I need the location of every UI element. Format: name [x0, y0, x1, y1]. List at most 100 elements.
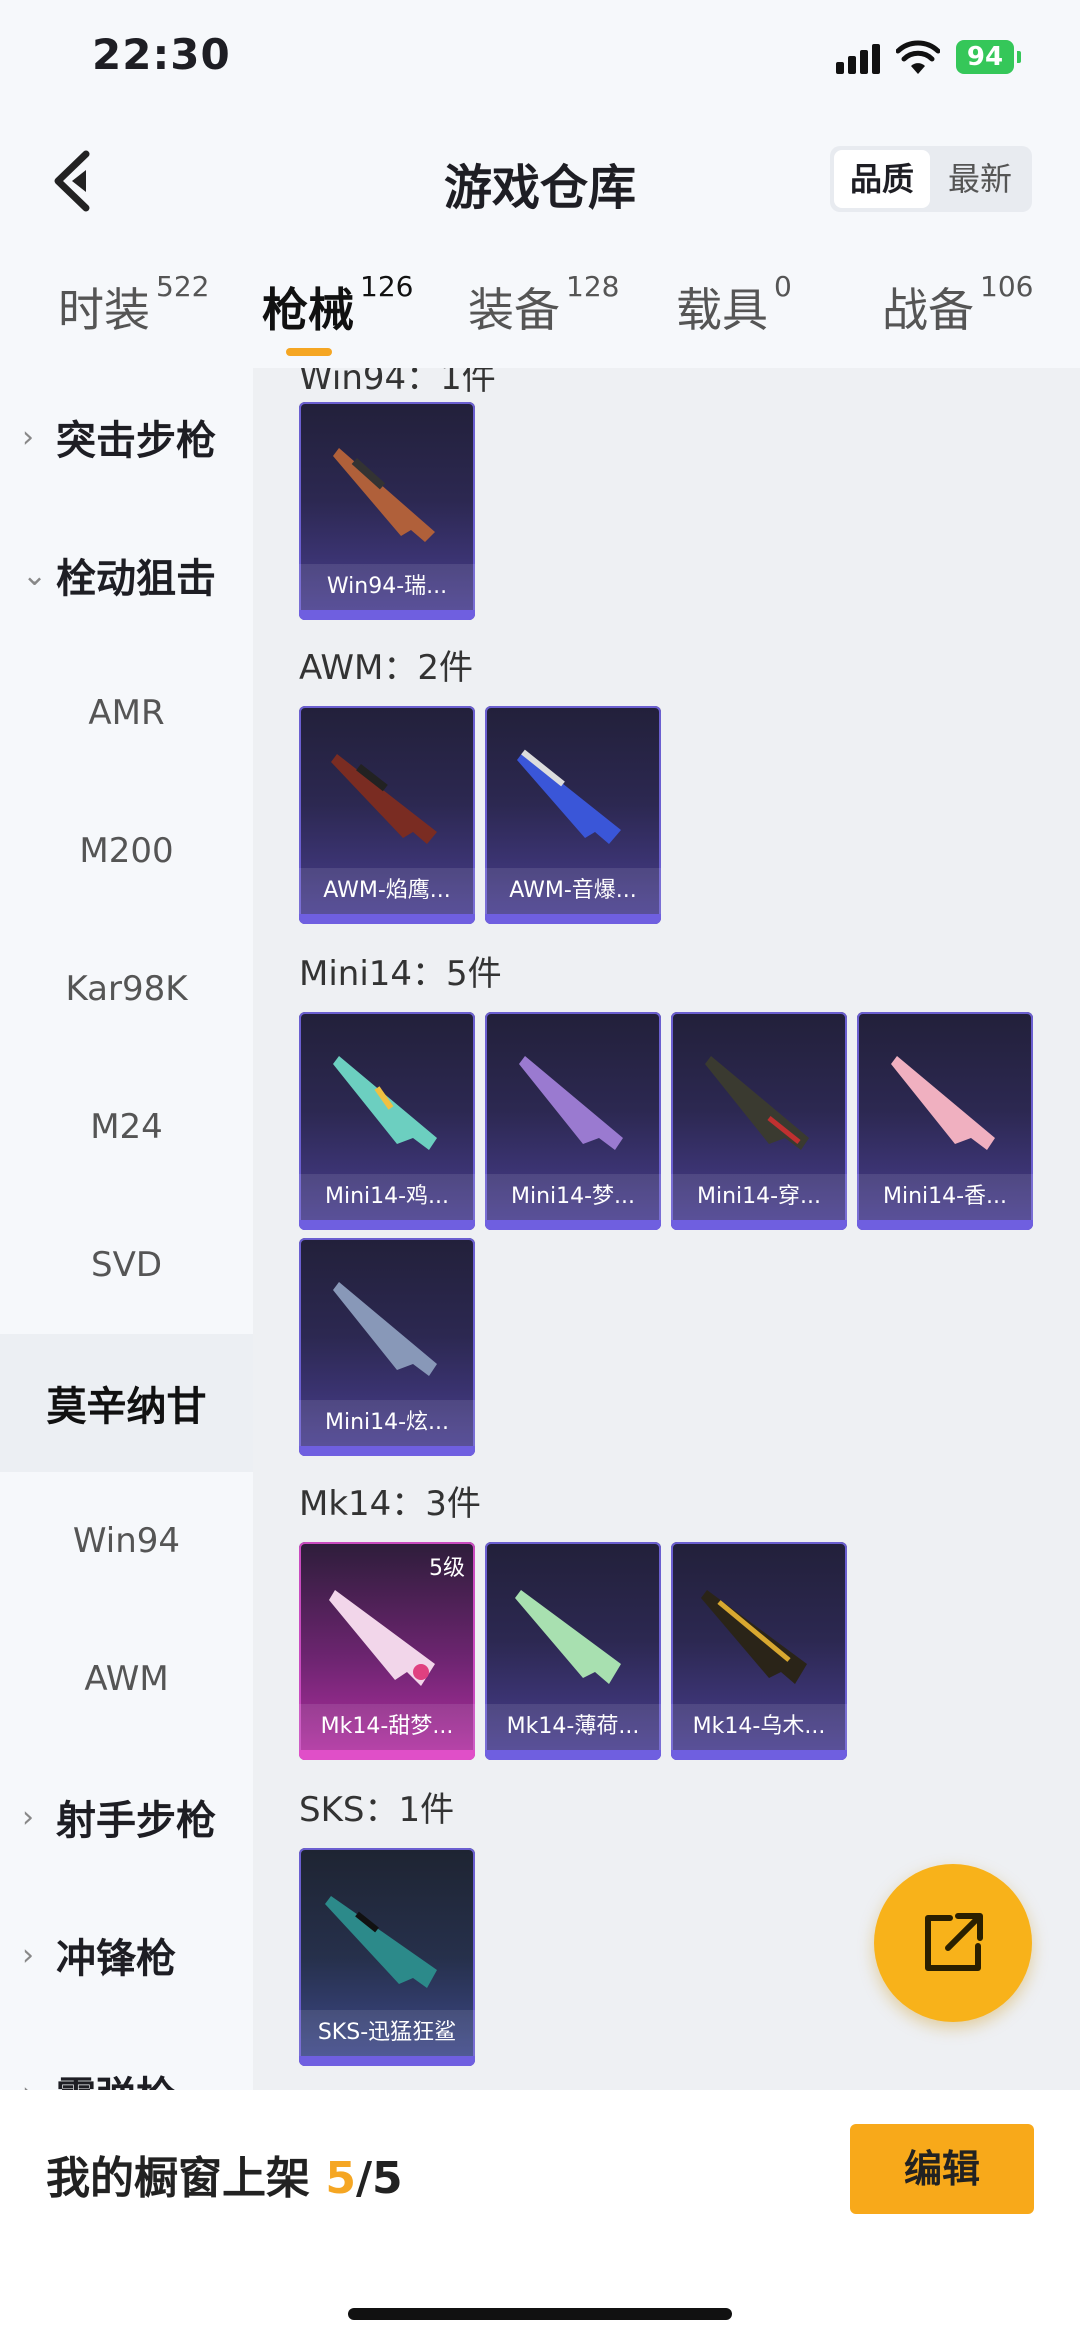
rifle-icon — [329, 1590, 435, 1686]
skin-card[interactable]: Mk14-薄荷... — [485, 1542, 661, 1760]
tab-label: 枪械 — [262, 283, 354, 337]
tab-count: 106 — [980, 270, 1034, 303]
rarity-strip — [671, 1220, 847, 1230]
tab-label: 时装 — [58, 283, 150, 337]
cellular-signal-icon — [836, 44, 884, 74]
skin-name: Mk14-薄荷... — [485, 1704, 661, 1750]
tab-count: 0 — [774, 270, 792, 303]
skin-name: Mk14-乌木... — [671, 1704, 847, 1750]
rifle-icon — [333, 448, 435, 542]
section-heading-awm: AWM：2件 — [299, 648, 473, 688]
sort-quality-button[interactable]: 品质 — [834, 150, 930, 208]
rarity-strip — [299, 1446, 475, 1456]
nav-bar: 游戏仓库 品质 最新 — [0, 120, 1080, 240]
sidebar-item-amr[interactable]: AMR — [0, 644, 253, 782]
sort-toggle: 品质 最新 — [830, 146, 1032, 212]
sidebar-item-label: 霰弹枪 — [56, 2064, 176, 2090]
tab-count: 128 — [566, 270, 620, 303]
rifle-icon — [891, 1056, 995, 1150]
skin-name: AWM-焰鹰... — [299, 868, 475, 914]
tab-vehicles[interactable]: 载具 0 — [676, 270, 792, 340]
sidebar-item-shotguns[interactable]: › 霰弹枪 — [0, 2024, 253, 2090]
status-time: 22:30 — [92, 30, 231, 79]
section-heading-mini14: Mini14：5件 — [299, 954, 502, 994]
edit-button[interactable]: 编辑 — [850, 2124, 1034, 2214]
rifle-icon — [331, 754, 437, 844]
skin-card[interactable]: Mini14-梦... — [485, 1012, 661, 1230]
skin-card[interactable]: AWM-音爆... — [485, 706, 661, 924]
sidebar-item-m24[interactable]: M24 — [0, 1058, 253, 1196]
skin-name: Mini14-鸡... — [299, 1174, 475, 1220]
bottom-bar: 我的橱窗上架 5/5 编辑 — [0, 2090, 1080, 2339]
rifle-icon — [519, 1056, 623, 1150]
sidebar-item-awm[interactable]: AWM — [0, 1610, 253, 1748]
tab-label: 装备 — [468, 283, 560, 337]
rarity-strip — [485, 1220, 661, 1230]
sidebar-item-label: 冲锋枪 — [56, 1936, 176, 1982]
skin-name: Mini14-炫... — [299, 1400, 475, 1446]
sidebar-item-svd[interactable]: SVD — [0, 1196, 253, 1334]
skin-card[interactable]: Mk14-乌木... — [671, 1542, 847, 1760]
sidebar-item-label: 射手步枪 — [56, 1798, 216, 1844]
sort-newest-button[interactable]: 最新 — [932, 150, 1028, 208]
skin-name: Win94-瑞... — [299, 564, 475, 610]
skin-name: Mk14-甜梦... — [299, 1704, 475, 1750]
sidebar-item-m200[interactable]: M200 — [0, 782, 253, 920]
skin-card[interactable]: Mini14-炫... — [299, 1238, 475, 1456]
section-heading-win94: Win94：1件 — [299, 368, 496, 398]
skin-card[interactable]: Mini14-穿... — [671, 1012, 847, 1230]
rarity-strip — [485, 1750, 661, 1760]
rarity-strip — [299, 1220, 475, 1230]
battery-icon: 94 — [956, 40, 1021, 74]
rifle-icon — [325, 1896, 437, 1988]
sidebar-item-bolt-snipers[interactable]: ⌄ 栓动狙击 — [0, 506, 253, 644]
rifle-icon — [701, 1590, 807, 1684]
tab-count: 126 — [360, 270, 414, 303]
section-heading-mk14: Mk14：3件 — [299, 1484, 481, 1524]
tab-label: 战备 — [882, 283, 974, 337]
chevron-right-icon: › — [22, 419, 34, 455]
rarity-strip — [299, 1750, 475, 1760]
tab-supplies[interactable]: 战备 106 — [882, 270, 1033, 340]
chevron-down-icon: ⌄ — [22, 557, 48, 593]
rarity-strip — [299, 914, 475, 924]
sidebar-item-win94[interactable]: Win94 — [0, 1472, 253, 1610]
skin-card[interactable]: SKS-迅猛狂鲨 — [299, 1848, 475, 2066]
status-bar: 22:30 94 — [0, 0, 1080, 120]
skin-name: SKS-迅猛狂鲨 — [299, 2010, 475, 2056]
skin-card[interactable]: AWM-焰鹰... — [299, 706, 475, 924]
skin-card[interactable]: Mini14-鸡... — [299, 1012, 475, 1230]
shelf-status: 我的橱窗上架 5/5 — [46, 2142, 403, 2206]
chevron-right-icon: › — [22, 2076, 56, 2091]
rarity-strip — [671, 1750, 847, 1760]
sidebar-item-marksman-rifles[interactable]: › 射手步枪 — [0, 1748, 253, 1886]
tab-count: 522 — [156, 270, 210, 303]
sidebar-item-assault-rifles[interactable]: › 突击步枪 — [0, 368, 253, 506]
sidebar-item-label: 突击步枪 — [56, 418, 216, 464]
skin-name: Mini14-香... — [857, 1174, 1033, 1220]
sidebar-item-kar98k[interactable]: Kar98K — [0, 920, 253, 1058]
wifi-icon — [896, 40, 940, 74]
skin-card[interactable]: Win94-瑞... — [299, 402, 475, 620]
tab-label: 载具 — [676, 283, 768, 337]
chevron-right-icon: › — [22, 1937, 34, 1973]
tab-firearms[interactable]: 枪械 126 — [262, 270, 413, 340]
skin-grid: Win94：1件 Win94-瑞... AWM：2件 AWM-焰鹰... AWM… — [253, 368, 1080, 2090]
shelf-total-count: /5 — [355, 2153, 403, 2204]
share-button[interactable] — [874, 1864, 1032, 2022]
skin-card[interactable]: Mini14-香... — [857, 1012, 1033, 1230]
shelf-label: 我的橱窗上架 — [46, 2153, 310, 2204]
sidebar-item-mosin-nagant[interactable]: 莫辛纳甘 — [0, 1334, 253, 1472]
skin-name: AWM-音爆... — [485, 868, 661, 914]
skin-card[interactable]: 5级 Mk14-甜梦... — [299, 1542, 475, 1760]
chevron-right-icon: › — [22, 1799, 34, 1835]
tab-fashion[interactable]: 时装 522 — [58, 270, 209, 340]
rarity-strip — [299, 610, 475, 620]
tab-equipment[interactable]: 装备 128 — [468, 270, 619, 340]
sidebar-item-smgs[interactable]: › 冲锋枪 — [0, 1886, 253, 2024]
rarity-strip — [857, 1220, 1033, 1230]
rarity-strip — [485, 914, 661, 924]
external-link-icon — [925, 1913, 983, 1971]
rifle-icon — [333, 1282, 437, 1376]
home-indicator[interactable] — [348, 2308, 732, 2320]
